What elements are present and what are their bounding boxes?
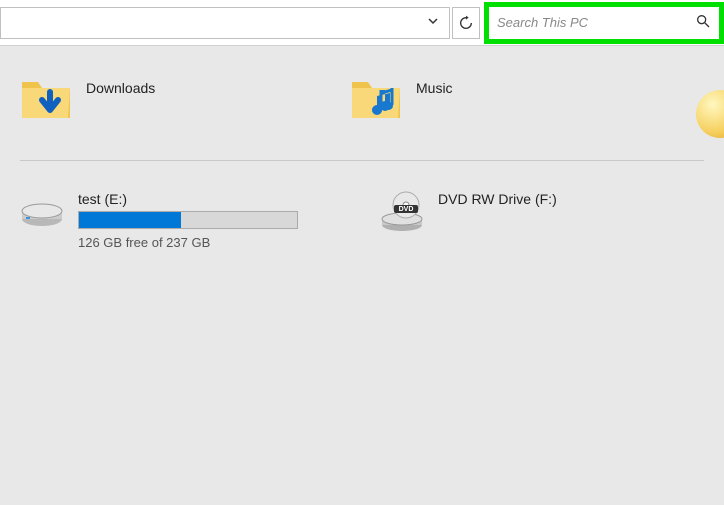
refresh-icon (458, 15, 474, 31)
section-divider (20, 160, 704, 161)
svg-text:DVD: DVD (399, 206, 414, 213)
drive-info: DVD RW Drive (F:) (438, 191, 557, 207)
drive-usage-fill (79, 212, 181, 228)
search-icon[interactable] (695, 13, 711, 32)
drive-name: test (E:) (78, 191, 298, 207)
address-bar[interactable] (0, 7, 450, 39)
folder-label: Downloads (86, 76, 155, 96)
refresh-button[interactable] (452, 7, 480, 39)
folder-music[interactable]: Music (350, 76, 620, 120)
drive-dvd-f[interactable]: DVD DVD RW Drive (F:) (380, 191, 557, 250)
drives-row: test (E:) 126 GB free of 237 GB DVD (20, 191, 704, 250)
drive-test-e[interactable]: test (E:) 126 GB free of 237 GB (20, 191, 320, 250)
folder-downloads[interactable]: Downloads (20, 76, 290, 120)
content-area: Downloads Music (0, 46, 724, 320)
search-input[interactable] (497, 15, 695, 30)
music-folder-icon (350, 76, 402, 120)
drive-usage-bar (78, 211, 298, 229)
folder-label: Music (416, 76, 453, 96)
hard-drive-icon (20, 191, 64, 231)
downloads-folder-icon (20, 76, 72, 120)
chevron-down-icon[interactable] (423, 13, 443, 32)
folders-row: Downloads Music (20, 76, 704, 120)
drive-name: DVD RW Drive (F:) (438, 191, 557, 207)
drive-info: test (E:) 126 GB free of 237 GB (78, 191, 298, 250)
search-highlight (484, 2, 724, 44)
search-box[interactable] (489, 7, 719, 39)
dvd-drive-icon: DVD (380, 191, 424, 235)
drive-free-text: 126 GB free of 237 GB (78, 235, 298, 250)
toolbar (0, 0, 724, 46)
